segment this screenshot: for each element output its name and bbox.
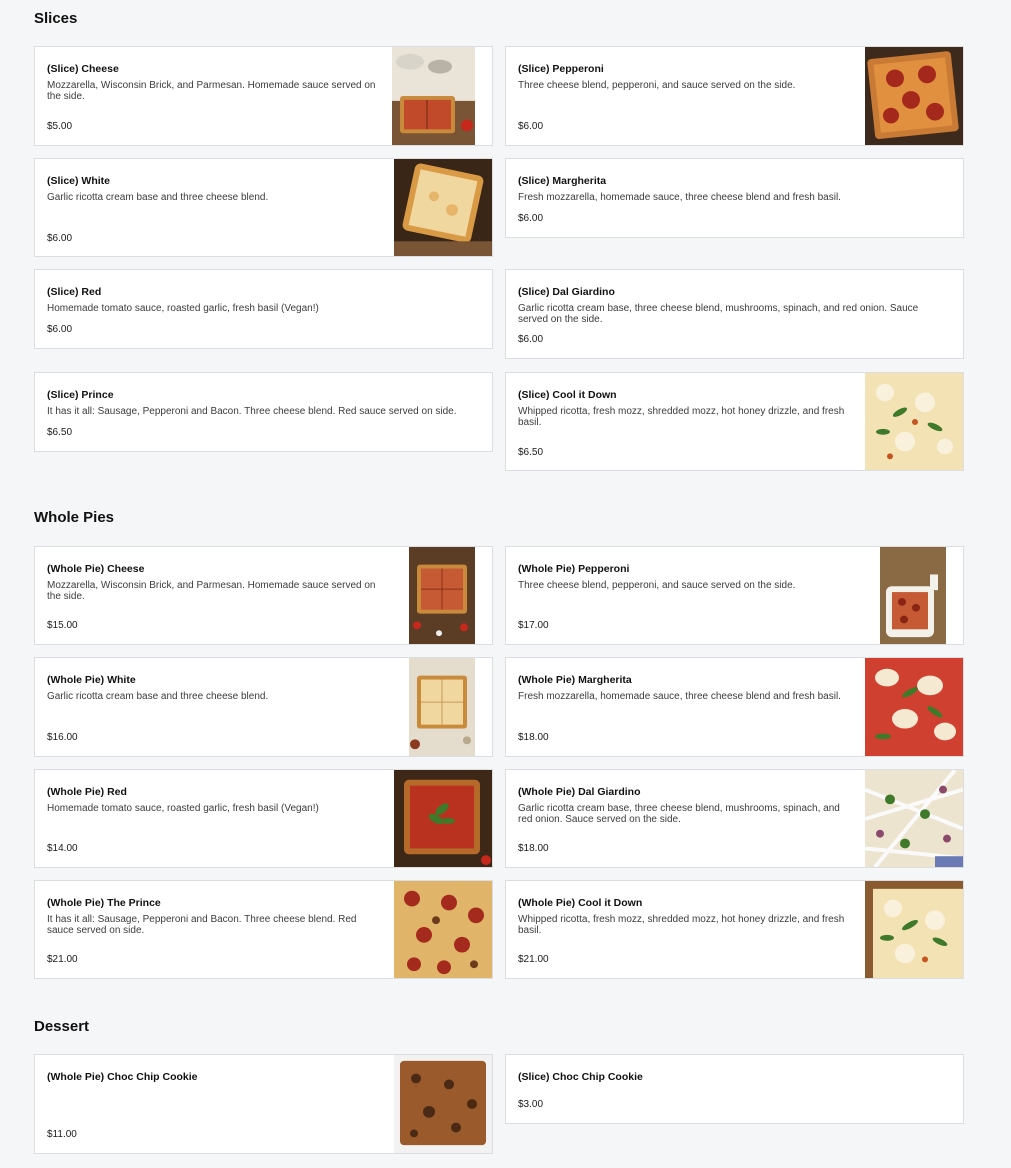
item-name: (Slice) Cool it Down	[518, 389, 617, 401]
item-price: $6.00	[518, 334, 544, 345]
cool-it-down-pie-photo	[865, 881, 963, 978]
item-description: Garlic ricotta cream base, three cheese …	[518, 303, 919, 325]
menu-item-slice-margherita[interactable]: (Slice) Margherita Fresh mozzarella, hom…	[505, 158, 964, 238]
item-name: (Slice) White	[47, 175, 111, 187]
item-price: $18.00	[518, 732, 549, 743]
margherita-pie-photo	[865, 658, 963, 756]
item-description: Mozzarella, Wisconsin Brick, and Parmesa…	[47, 580, 376, 602]
item-price: $6.50	[518, 447, 544, 458]
item-description: Homemade tomato sauce, roasted garlic, f…	[47, 803, 319, 814]
cheese-slice-photo	[392, 47, 475, 145]
section-title-dessert: Dessert	[34, 1018, 90, 1035]
item-price: $16.00	[47, 732, 78, 743]
item-description: Whipped ricotta, fresh mozz, shredded mo…	[518, 914, 845, 936]
item-name: (Slice) Choc Chip Cookie	[518, 1071, 643, 1083]
item-name: (Whole Pie) Cheese	[47, 563, 145, 575]
item-name: (Slice) Prince	[47, 389, 114, 401]
item-name: (Whole Pie) White	[47, 674, 136, 686]
choc-chip-cookie-photo	[394, 1055, 492, 1153]
menu-item-pie-choc-chip-cookie[interactable]: (Whole Pie) Choc Chip Cookie $11.00	[34, 1054, 493, 1154]
menu-item-slice-red[interactable]: (Slice) Red Homemade tomato sauce, roast…	[34, 269, 493, 349]
item-price: $15.00	[47, 620, 78, 631]
item-price: $14.00	[47, 843, 78, 854]
item-description: Three cheese blend, pepperoni, and sauce…	[518, 580, 796, 591]
white-slice-photo	[394, 159, 492, 256]
item-name: (Whole Pie) Pepperoni	[518, 563, 630, 575]
item-price: $6.00	[518, 213, 544, 224]
menu-item-slice-white[interactable]: (Slice) White Garlic ricotta cream base …	[34, 158, 493, 257]
cool-it-down-slice-photo	[865, 373, 963, 470]
item-price: $21.00	[518, 954, 549, 965]
menu-item-pie-dal-giardino[interactable]: (Whole Pie) Dal Giardino Garlic ricotta …	[505, 769, 964, 868]
item-name: (Whole Pie) Margherita	[518, 674, 632, 686]
item-name: (Slice) Red	[47, 286, 102, 298]
item-description: Garlic ricotta cream base and three chee…	[47, 691, 269, 702]
item-price: $6.00	[518, 121, 544, 132]
item-price: $11.00	[47, 1129, 77, 1140]
item-name: (Whole Pie) Choc Chip Cookie	[47, 1071, 198, 1083]
menu-item-pie-cheese[interactable]: (Whole Pie) Cheese Mozzarella, Wisconsin…	[34, 546, 493, 645]
item-name: (Slice) Dal Giardino	[518, 286, 615, 298]
menu-item-pie-white[interactable]: (Whole Pie) White Garlic ricotta cream b…	[34, 657, 493, 757]
menu-item-pie-pepperoni[interactable]: (Whole Pie) Pepperoni Three cheese blend…	[505, 546, 964, 645]
item-name: (Slice) Pepperoni	[518, 63, 604, 75]
menu-item-pie-red[interactable]: (Whole Pie) Red Homemade tomato sauce, r…	[34, 769, 493, 868]
item-name: (Whole Pie) Red	[47, 786, 127, 798]
menu-item-slice-choc-chip-cookie[interactable]: (Slice) Choc Chip Cookie $3.00	[505, 1054, 964, 1124]
pepperoni-pie-photo	[880, 547, 946, 644]
menu-item-slice-cheese[interactable]: (Slice) Cheese Mozzarella, Wisconsin Bri…	[34, 46, 493, 146]
menu-item-slice-cool-it-down[interactable]: (Slice) Cool it Down Whipped ricotta, fr…	[505, 372, 964, 471]
red-pie-photo	[394, 770, 492, 867]
item-name: (Slice) Margherita	[518, 175, 607, 187]
item-name: (Whole Pie) Dal Giardino	[518, 786, 641, 798]
item-price: $3.00	[518, 1099, 544, 1110]
item-description: Garlic ricotta cream base, three cheese …	[518, 803, 840, 825]
dal-giardino-pie-photo	[865, 770, 963, 867]
item-description: Whipped ricotta, fresh mozz, shredded mo…	[518, 406, 845, 428]
white-pie-photo	[409, 658, 475, 756]
cheese-pie-photo	[409, 547, 475, 644]
item-price: $18.00	[518, 843, 549, 854]
menu-item-pie-the-prince[interactable]: (Whole Pie) The Prince It has it all: Sa…	[34, 880, 493, 979]
item-description: Garlic ricotta cream base and three chee…	[47, 192, 269, 203]
item-description: Fresh mozzarella, homemade sauce, three …	[518, 192, 841, 203]
item-price: $5.00	[47, 121, 73, 132]
menu-item-pie-cool-it-down[interactable]: (Whole Pie) Cool it Down Whipped ricotta…	[505, 880, 964, 979]
item-name: (Whole Pie) The Prince	[47, 897, 161, 909]
pepperoni-slice-photo	[865, 47, 963, 145]
menu-item-slice-prince[interactable]: (Slice) Prince It has it all: Sausage, P…	[34, 372, 493, 452]
item-price: $21.00	[47, 954, 78, 965]
menu-item-pie-margherita[interactable]: (Whole Pie) Margherita Fresh mozzarella,…	[505, 657, 964, 757]
item-price: $6.00	[47, 324, 73, 335]
section-title-slices: Slices	[34, 10, 78, 27]
item-name: (Slice) Cheese	[47, 63, 119, 75]
item-description: Mozzarella, Wisconsin Brick, and Parmesa…	[47, 80, 376, 102]
menu-item-slice-pepperoni[interactable]: (Slice) Pepperoni Three cheese blend, pe…	[505, 46, 964, 146]
item-description: Homemade tomato sauce, roasted garlic, f…	[47, 303, 319, 314]
item-description: It has it all: Sausage, Pepperoni and Ba…	[47, 914, 357, 936]
item-name: (Whole Pie) Cool it Down	[518, 897, 643, 909]
item-price: $17.00	[518, 620, 549, 631]
item-description: Three cheese blend, pepperoni, and sauce…	[518, 80, 796, 91]
menu-item-slice-dal-giardino[interactable]: (Slice) Dal Giardino Garlic ricotta crea…	[505, 269, 964, 359]
item-price: $6.50	[47, 427, 73, 438]
item-description: Fresh mozzarella, homemade sauce, three …	[518, 691, 841, 702]
item-price: $6.00	[47, 233, 73, 244]
section-title-whole-pies: Whole Pies	[34, 509, 115, 526]
the-prince-pie-photo	[394, 881, 492, 978]
item-description: It has it all: Sausage, Pepperoni and Ba…	[47, 406, 457, 417]
